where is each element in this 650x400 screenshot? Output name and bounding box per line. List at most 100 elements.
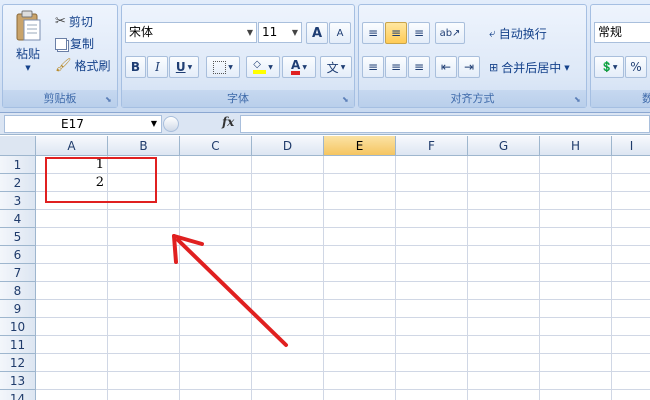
- format-painter-button[interactable]: 🖌 格式刷: [55, 57, 111, 74]
- row-header-2[interactable]: 2: [0, 174, 36, 192]
- font-launcher-icon[interactable]: ⬊: [342, 95, 351, 104]
- copy-label: 复制: [70, 37, 95, 51]
- formula-input[interactable]: [240, 115, 650, 133]
- chevron-down-icon: ▼: [268, 63, 273, 71]
- row-header-8[interactable]: 8: [0, 282, 36, 300]
- name-box-value: E17: [61, 117, 84, 131]
- font-name-value: 宋体: [129, 25, 154, 39]
- cut-label: 剪切: [68, 15, 93, 29]
- font-size-select[interactable]: 11 ▼: [258, 22, 302, 43]
- align-bottom-icon: ≡: [413, 26, 425, 40]
- chevron-down-icon: ▼: [291, 28, 298, 37]
- align-top-icon: ≡: [367, 26, 379, 40]
- align-middle-icon: ≡: [390, 26, 402, 40]
- percent-button[interactable]: %: [625, 56, 647, 78]
- row-header-11[interactable]: 11: [0, 336, 36, 354]
- clipboard-group: 粘贴 ▼ ✂ 剪切 复制 🖌 格式刷 剪贴板 ⬊: [2, 4, 118, 108]
- merge-center-button[interactable]: ⊞ 合并后居中 ▼: [489, 59, 570, 76]
- orientation-icon: ab↗: [439, 27, 461, 39]
- number-format-value: 常规: [598, 25, 623, 39]
- increase-indent-icon: ⇥: [463, 60, 475, 74]
- row-header-4[interactable]: 4: [0, 210, 36, 228]
- column-header-g[interactable]: G: [468, 136, 540, 156]
- select-all-corner[interactable]: [0, 136, 36, 156]
- align-left-button[interactable]: ≡: [362, 56, 384, 78]
- column-header-c[interactable]: C: [180, 136, 252, 156]
- row-header-14[interactable]: 14: [0, 390, 36, 400]
- wrap-text-label: 自动换行: [498, 27, 547, 41]
- fill-color-button[interactable]: ◇ ▼: [246, 56, 280, 78]
- paint-bucket-icon: ◇: [253, 60, 267, 74]
- column-header-d[interactable]: D: [252, 136, 324, 156]
- number-format-select[interactable]: 常规: [594, 22, 650, 43]
- grow-font-button[interactable]: A: [306, 22, 328, 44]
- grow-font-icon: A: [311, 25, 323, 41]
- annotation-highlight-box: [45, 157, 157, 203]
- italic-button[interactable]: I: [147, 56, 168, 78]
- alignment-group: ≡ ≡ ≡ ab↗ ⤶ 自动换行 ≡ ≡ ≡ ⇤ ⇥ ⊞ 合并后居中 ▼ 对齐方…: [358, 4, 587, 108]
- font-group-label: 字体: [122, 90, 354, 107]
- name-box[interactable]: E17 ▼: [4, 115, 162, 133]
- merge-center-label: 合并后居中: [501, 61, 562, 75]
- align-top-button[interactable]: ≡: [362, 22, 384, 44]
- wrap-text-icon: ⤶: [489, 26, 496, 40]
- cut-button[interactable]: ✂ 剪切: [55, 13, 93, 30]
- chevron-down-icon[interactable]: ▼: [564, 64, 569, 72]
- column-header-e[interactable]: E: [324, 136, 396, 156]
- align-middle-button[interactable]: ≡: [385, 22, 407, 44]
- row-header-9[interactable]: 9: [0, 300, 36, 318]
- chevron-down-icon: ▼: [187, 63, 193, 71]
- column-header-a[interactable]: A: [36, 136, 108, 156]
- row-header-5[interactable]: 5: [0, 228, 36, 246]
- row-header-13[interactable]: 13: [0, 372, 36, 390]
- align-right-button[interactable]: ≡: [408, 56, 430, 78]
- borders-icon: [213, 60, 227, 74]
- row-header-1[interactable]: 1: [0, 156, 36, 174]
- percent-icon: %: [630, 60, 642, 74]
- paste-dropdown-icon[interactable]: ▼: [25, 64, 30, 72]
- column-header-h[interactable]: H: [540, 136, 612, 156]
- orientation-button[interactable]: ab↗: [435, 22, 465, 44]
- underline-button[interactable]: U ▼: [169, 56, 199, 78]
- font-size-value: 11: [262, 25, 278, 39]
- wrap-text-button[interactable]: ⤶ 自动换行: [489, 25, 547, 42]
- paste-button[interactable]: 粘贴 ▼: [11, 9, 45, 72]
- align-bottom-button[interactable]: ≡: [408, 22, 430, 44]
- increase-indent-button[interactable]: ⇥: [458, 56, 480, 78]
- shrink-font-icon: A: [336, 27, 344, 39]
- row-header-12[interactable]: 12: [0, 354, 36, 372]
- row-header-10[interactable]: 10: [0, 318, 36, 336]
- column-header-b[interactable]: B: [108, 136, 180, 156]
- currency-icon: 💲: [600, 61, 613, 73]
- clipboard-launcher-icon[interactable]: ⬊: [105, 95, 114, 104]
- row-header-3[interactable]: 3: [0, 192, 36, 210]
- accounting-button[interactable]: 💲 ▼: [594, 56, 624, 78]
- number-group-label: 数: [591, 90, 650, 107]
- ribbon: 粘贴 ▼ ✂ 剪切 复制 🖌 格式刷 剪贴板 ⬊ 宋体 ▼ 11 ▼ A A B…: [0, 0, 650, 113]
- row-header-7[interactable]: 7: [0, 264, 36, 282]
- row-header-6[interactable]: 6: [0, 246, 36, 264]
- formula-bar-resize-handle[interactable]: [163, 116, 179, 132]
- font-name-select[interactable]: 宋体 ▼: [125, 22, 257, 43]
- chevron-down-icon: ▼: [302, 63, 307, 71]
- column-header-i[interactable]: I: [612, 136, 650, 156]
- borders-button[interactable]: ▼: [206, 56, 240, 78]
- bold-button[interactable]: B: [125, 56, 146, 78]
- shrink-font-button[interactable]: A: [329, 22, 351, 44]
- font-color-button[interactable]: A ▼: [282, 56, 316, 78]
- alignment-launcher-icon[interactable]: ⬊: [574, 95, 583, 104]
- chevron-down-icon: ▼: [150, 119, 157, 128]
- italic-icon: I: [155, 60, 160, 74]
- phonetic-button[interactable]: 文 ▼: [320, 56, 352, 78]
- decrease-indent-icon: ⇤: [440, 60, 452, 74]
- column-header-f[interactable]: F: [396, 136, 468, 156]
- align-center-button[interactable]: ≡: [385, 56, 407, 78]
- chevron-down-icon: ▼: [340, 63, 346, 71]
- copy-button[interactable]: 复制: [55, 35, 94, 52]
- chevron-down-icon: ▼: [228, 63, 233, 71]
- insert-function-icon[interactable]: fx: [222, 115, 234, 129]
- align-center-icon: ≡: [390, 60, 402, 74]
- decrease-indent-button[interactable]: ⇤: [435, 56, 457, 78]
- align-right-icon: ≡: [413, 60, 425, 74]
- align-left-icon: ≡: [367, 60, 379, 74]
